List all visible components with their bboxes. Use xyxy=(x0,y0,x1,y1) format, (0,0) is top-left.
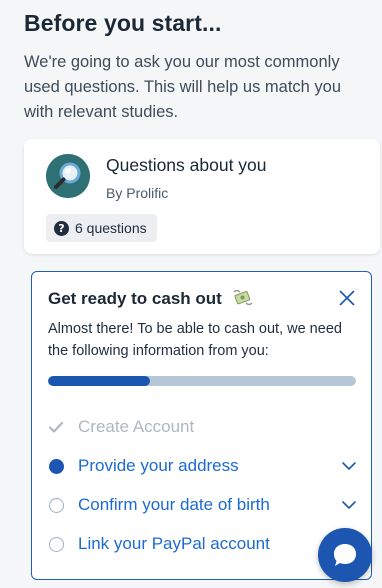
step-link-paypal[interactable]: Link your PayPal account xyxy=(48,531,358,557)
close-button[interactable] xyxy=(337,288,357,308)
step-label: Create Account xyxy=(78,417,195,436)
active-step-dot-icon xyxy=(48,458,64,474)
intro-text: We're going to ask you our most commonly… xyxy=(24,53,342,121)
pending-step-circle-icon xyxy=(48,497,64,513)
step-confirm-dob[interactable]: Confirm your date of birth xyxy=(48,492,358,518)
question-mark-icon: ? xyxy=(54,220,69,236)
chat-button[interactable] xyxy=(318,528,372,582)
questions-card[interactable]: Questions about you By Prolific ? 6 ques… xyxy=(24,139,380,254)
close-icon xyxy=(339,290,355,306)
page: Before you start... We're going to ask y… xyxy=(0,0,382,588)
step-label: Confirm your date of birth xyxy=(78,495,270,514)
cashout-progress-bar xyxy=(48,376,356,386)
cashout-panel: Get ready to cash out Almost there! To b… xyxy=(31,271,372,580)
questions-count-badge: ? 6 questions xyxy=(46,214,157,242)
step-provide-address[interactable]: Provide your address xyxy=(48,453,358,479)
cashout-title: Get ready to cash out xyxy=(48,289,253,312)
step-label: Provide your address xyxy=(78,456,239,475)
card-subtitle: By Prolific xyxy=(106,185,169,201)
magnifier-icon xyxy=(46,154,90,198)
chevron-down-icon xyxy=(342,462,356,471)
pending-step-circle-icon xyxy=(48,536,64,552)
card-title: Questions about you xyxy=(106,155,267,175)
cashout-description: Almost there! To be able to cash out, we… xyxy=(48,321,342,359)
step-create-account: Create Account xyxy=(48,414,358,440)
money-with-wings-icon xyxy=(233,289,253,312)
checkmark-icon xyxy=(48,419,64,435)
cashout-title-text: Get ready to cash out xyxy=(48,289,222,308)
chat-bubble-icon xyxy=(334,544,356,566)
chevron-down-icon xyxy=(342,501,356,510)
step-label: Link your PayPal account xyxy=(78,534,270,553)
questions-count-label: 6 questions xyxy=(75,220,147,236)
page-title: Before you start... xyxy=(24,10,222,36)
progress-fill xyxy=(48,376,150,386)
